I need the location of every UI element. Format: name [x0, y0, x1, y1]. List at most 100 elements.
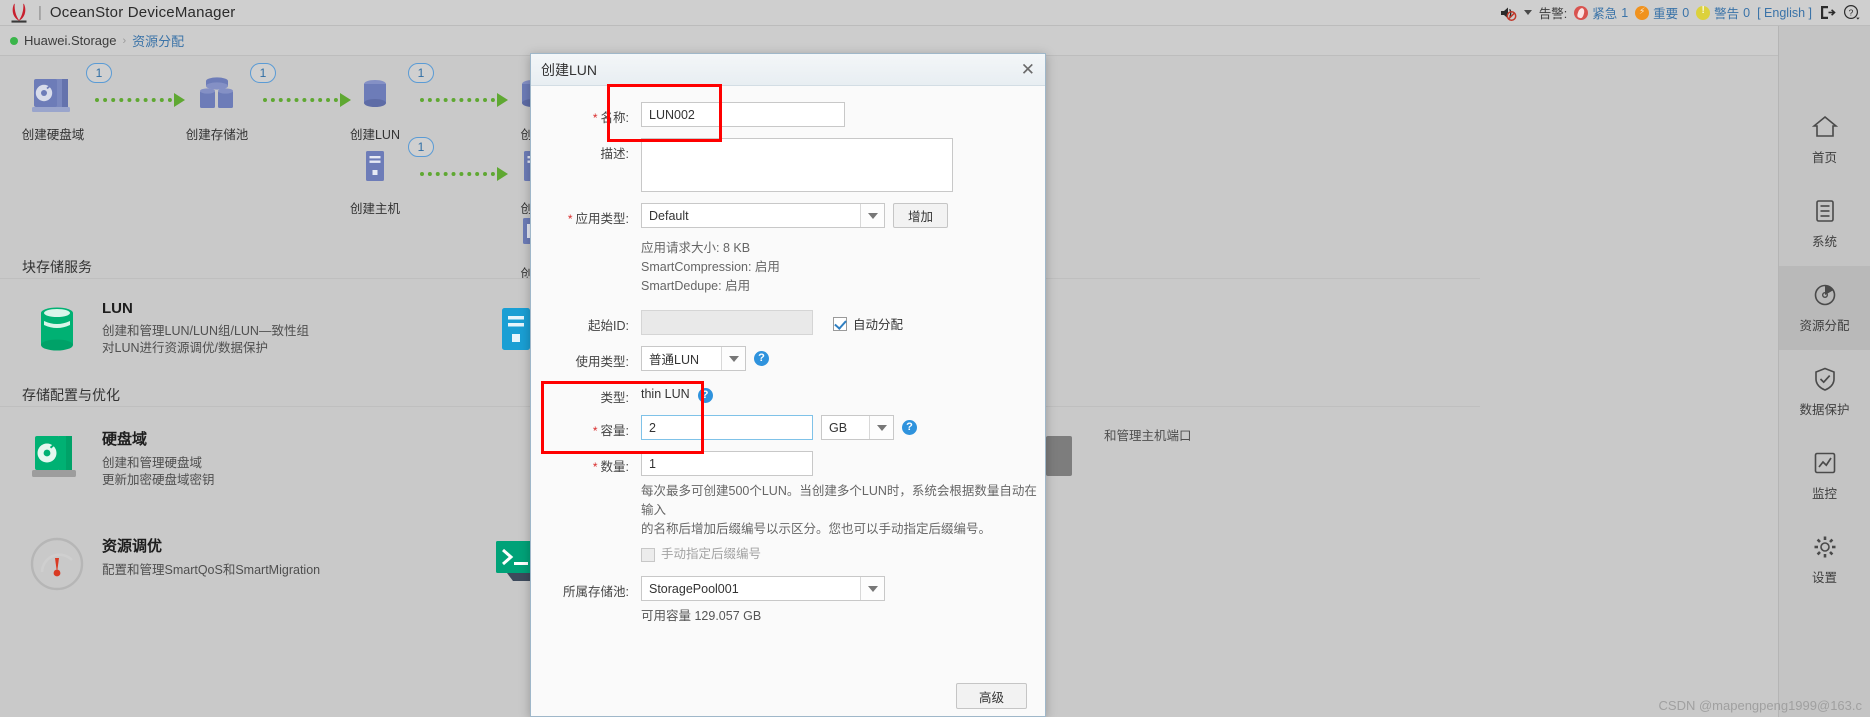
manual-suffix-checkbox[interactable]	[641, 547, 655, 562]
card-disk-domain-text: 硬盘域 创建和管理硬盘域 更新加密硬盘域密钥	[102, 428, 215, 489]
close-icon[interactable]: ✕	[1021, 61, 1035, 78]
capacity-input[interactable]	[641, 415, 813, 440]
alarm-critical-count: 1	[1621, 5, 1629, 20]
row-storage-pool: 所属存储池: StoragePool001	[531, 576, 1045, 601]
top-right-tools: 告警: 紧急 1 重要 0 警告 0 [ English ]	[1499, 3, 1870, 22]
type-field-wrap: thin LUN ?	[641, 382, 713, 403]
section-title-block-storage: 块存储服务	[22, 259, 92, 275]
card-host-port[interactable]: 和管理主机端口	[1030, 428, 1430, 486]
chevron-down-icon	[721, 347, 745, 370]
svg-text:?: ?	[1849, 7, 1854, 17]
capacity-label: * 容量:	[592, 424, 629, 438]
alarm-warning[interactable]: 警告 0	[1696, 3, 1750, 22]
chevron-down-icon[interactable]	[1523, 10, 1532, 15]
app-type-field-wrap: Default 增加	[641, 203, 949, 228]
card-lun[interactable]: LUN 创建和管理LUN/LUN组/LUN—致性组 对LUN进行资源调优/数据保…	[28, 300, 448, 358]
required-marker: *	[567, 212, 573, 226]
alarm-warning-label: 警告	[1714, 7, 1740, 21]
right-nav: 首页 系统 资源分配 数据保护 监控 设置	[1778, 26, 1870, 717]
app-root: | OceanStor DeviceManager 告警: 紧急 1 ⚡ 重要 …	[0, 0, 1870, 717]
speaker-muted-icon[interactable]	[1499, 5, 1517, 21]
usage-type-select[interactable]: 普通LUN	[641, 346, 746, 371]
capacity-unit-select[interactable]: GB	[821, 415, 894, 440]
card-lun-text: LUN 创建和管理LUN/LUN组/LUN—致性组 对LUN进行资源调优/数据保…	[102, 300, 309, 357]
gauge-icon	[28, 535, 86, 593]
alarm-label: 告警:	[1538, 7, 1568, 21]
sidebar-item-protection[interactable]: 数据保护	[1779, 350, 1870, 434]
workflow-node-create-lun[interactable]: 1 创建LUN	[330, 63, 434, 143]
type-help-icon[interactable]: ?	[697, 388, 713, 403]
disk-domain-green-icon	[28, 428, 86, 486]
app-info-request-size: 应用请求大小: 8 KB	[641, 241, 751, 255]
sidebar-item-label: 监控	[1811, 487, 1837, 501]
workflow-node-label: 创建主机	[349, 202, 400, 216]
workflow-node-create-host[interactable]: 1 创建主机	[330, 137, 434, 217]
help-icon[interactable]: ?	[1843, 4, 1860, 21]
card-disk-domain[interactable]: 硬盘域 创建和管理硬盘域 更新加密硬盘域密钥	[28, 428, 448, 489]
app-info-dedupe: SmartDedupe: 启用	[641, 279, 751, 293]
card-host-port-text: 和管理主机端口	[1104, 428, 1192, 445]
name-input[interactable]	[641, 102, 845, 127]
manual-suffix-checkbox-wrap[interactable]: 手动指定后缀编号	[641, 545, 1045, 564]
sidebar-item-resource[interactable]: 资源分配	[1779, 266, 1870, 350]
watermark: CSDN @mapengpeng1999@163.c	[1658, 698, 1862, 713]
workflow-node-label: 创建LUN	[349, 128, 400, 142]
warning-alarm-icon	[1696, 5, 1711, 20]
workflow-badge: 1	[86, 63, 112, 83]
usage-type-help-icon[interactable]: ?	[754, 351, 769, 366]
available-capacity: 可用容量 129.057 GB	[641, 609, 762, 623]
usage-type-label: 使用类型:	[575, 355, 629, 369]
auto-assign-checkbox[interactable]	[833, 316, 847, 331]
card-title: 资源调优	[102, 538, 163, 555]
logout-icon[interactable]	[1819, 4, 1836, 21]
breadcrumb: Huawei.Storage › 资源分配 ?	[0, 26, 1870, 56]
card-title: LUN	[102, 300, 133, 317]
sidebar-item-monitor[interactable]: 监控	[1779, 434, 1870, 518]
start-id-field-wrap: 自动分配	[641, 310, 903, 335]
usage-type-value: 普通LUN	[649, 353, 700, 367]
description-textarea[interactable]	[641, 138, 953, 192]
sidebar-item-label: 首页	[1811, 151, 1837, 165]
chevron-down-icon	[860, 204, 884, 227]
alarm-major-label: 重要	[1653, 7, 1679, 21]
sidebar-item-settings[interactable]: 设置	[1779, 518, 1870, 602]
sidebar-item-label: 数据保护	[1799, 403, 1850, 417]
brand-title: OceanStor DeviceManager	[49, 4, 236, 21]
card-desc-line1: 配置和管理SmartQoS和SmartMigration	[102, 563, 321, 577]
card-desc-line1: 和管理主机端口	[1104, 429, 1192, 443]
dialog-title: 创建LUN	[541, 61, 598, 78]
storage-pool-select[interactable]: StoragePool001	[641, 576, 885, 601]
auto-assign-checkbox-wrap[interactable]: 自动分配	[833, 310, 903, 333]
breadcrumb-current[interactable]: 资源分配	[132, 31, 184, 50]
name-label: * 名称:	[592, 111, 629, 125]
card-resource-tuning[interactable]: 资源调优 配置和管理SmartQoS和SmartMigration	[28, 535, 488, 593]
language-switcher[interactable]: [ English ]	[1757, 6, 1812, 20]
workflow-node-label: 创建硬盘域	[21, 128, 85, 142]
advanced-button[interactable]: 高级	[955, 683, 1027, 709]
breadcrumb-root[interactable]: Huawei.Storage	[24, 33, 117, 48]
sidebar-item-label: 系统	[1811, 235, 1837, 249]
start-id-input[interactable]	[641, 310, 813, 335]
workflow-node-disk-domain[interactable]: 1 创建硬盘域	[8, 63, 112, 143]
sidebar-item-home[interactable]: 首页	[1779, 98, 1870, 182]
alarm-major[interactable]: 重要 0	[1635, 3, 1689, 22]
critical-alarm-icon	[1574, 5, 1589, 20]
name-field-wrap	[641, 102, 845, 127]
dialog-header: 创建LUN ✕	[531, 54, 1045, 86]
app-type-select[interactable]: Default	[641, 203, 885, 228]
required-marker: *	[592, 111, 598, 125]
huawei-logo	[8, 3, 30, 23]
alarm-critical[interactable]: 紧急 1	[1574, 3, 1628, 22]
chevron-down-icon	[869, 416, 893, 439]
add-app-type-button[interactable]: 增加	[893, 203, 949, 228]
workflow-node-storage-pool[interactable]: 1 创建存储池	[172, 63, 276, 143]
card-title: 硬盘域	[102, 431, 148, 448]
system-icon	[1812, 198, 1838, 224]
alarm-critical-label: 紧急	[1592, 7, 1618, 21]
row-start-id: 起始ID: 自动分配	[531, 310, 1045, 335]
quantity-input[interactable]	[641, 451, 813, 476]
chevron-down-icon	[860, 577, 884, 600]
alarm-major-count: 0	[1682, 5, 1690, 20]
capacity-help-icon[interactable]: ?	[902, 420, 917, 435]
sidebar-item-system[interactable]: 系统	[1779, 182, 1870, 266]
